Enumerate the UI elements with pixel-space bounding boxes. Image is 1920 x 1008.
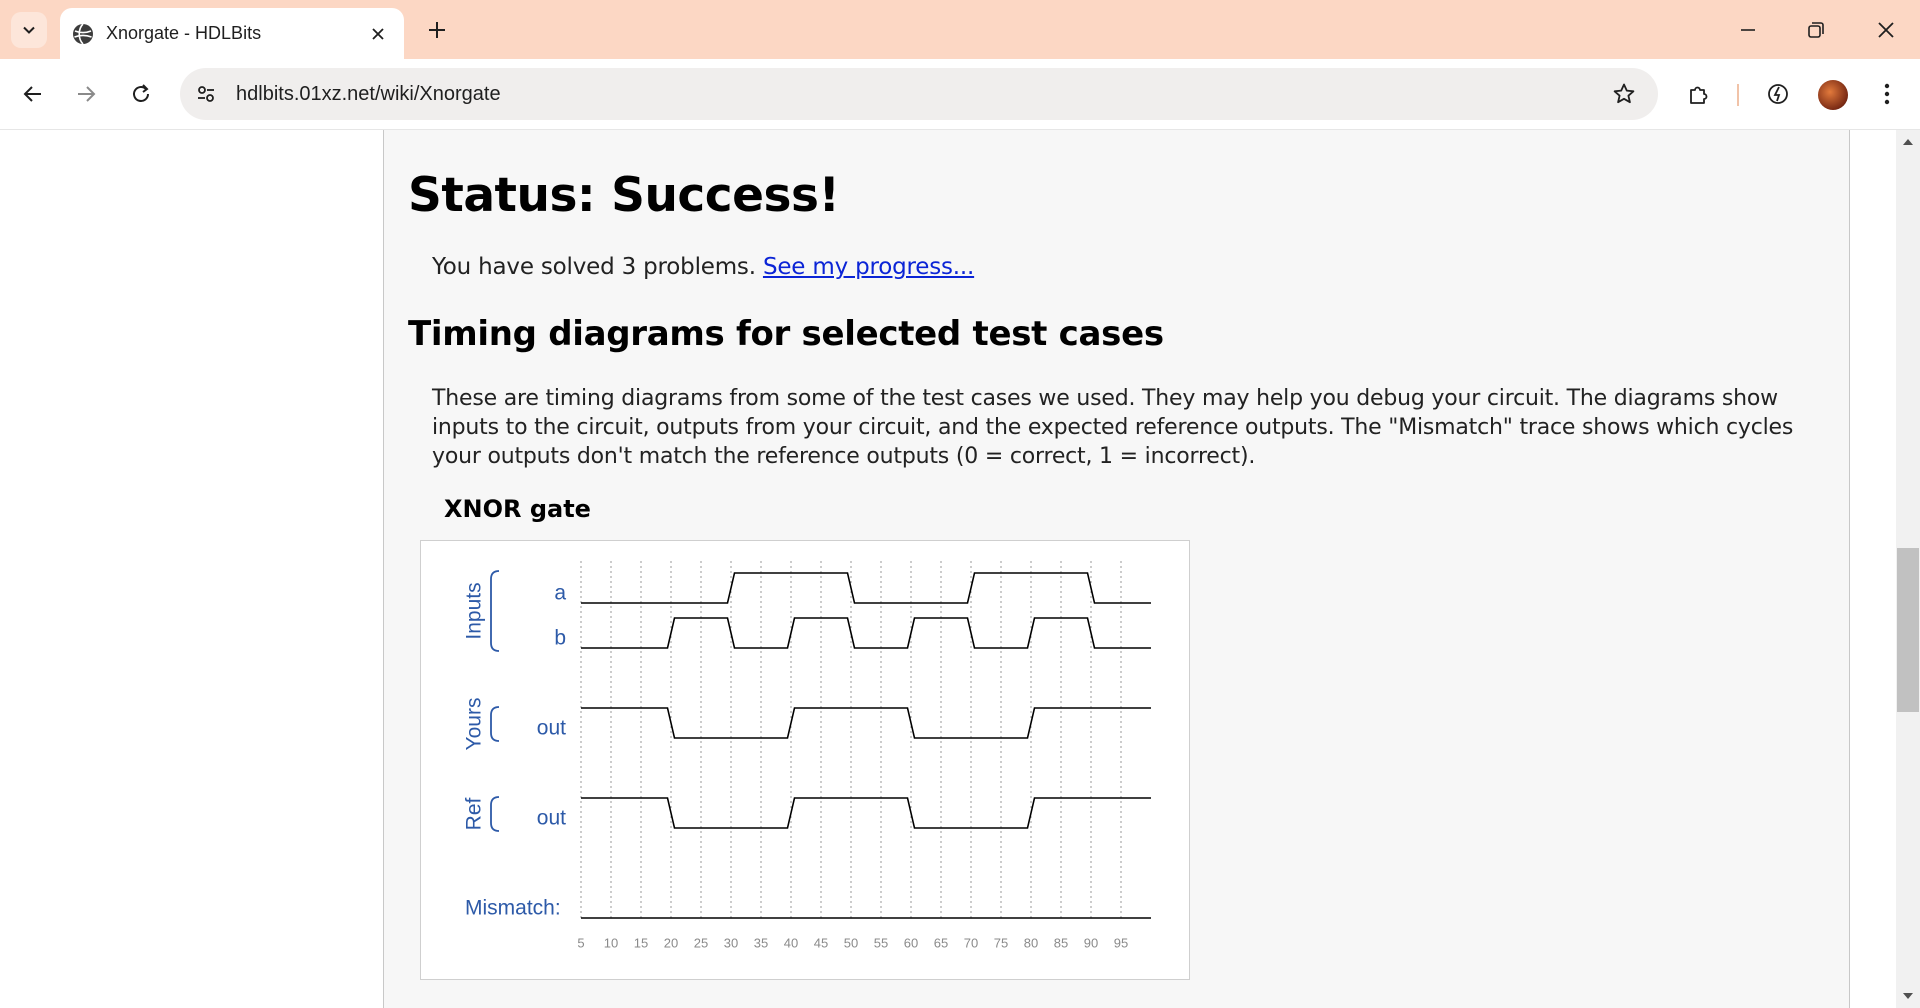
time-tick-label: 30 (724, 935, 738, 950)
restore-button[interactable] (1782, 0, 1850, 59)
timing-diagram: a b out out Mismatch: Inputs Yours Ref 5 10 15 20 25… (420, 540, 1190, 980)
time-tick-label: 85 (1054, 935, 1068, 950)
group-bracket (490, 570, 500, 652)
waveform-inputs-b (581, 617, 1151, 649)
close-icon[interactable] (366, 22, 390, 46)
scroll-up-arrow[interactable] (1896, 134, 1920, 150)
time-tick-label: 35 (754, 935, 768, 950)
arrow-left-icon (23, 86, 41, 102)
waveform-ref-out (581, 797, 1151, 829)
time-tick-label: 70 (964, 935, 978, 950)
kebab-menu-icon[interactable] (1867, 74, 1907, 114)
group-bracket (490, 796, 500, 832)
time-tick-label: 45 (814, 935, 828, 950)
scrollbar-thumb[interactable] (1897, 548, 1919, 712)
address-bar[interactable]: hdlbits.01xz.net/wiki/Xnorgate (180, 68, 1658, 120)
tab-search-button[interactable] (11, 12, 47, 48)
plus-icon (429, 22, 445, 38)
diagram-title: XNOR gate (444, 495, 591, 523)
group-label-yours: Yours (463, 698, 486, 751)
group-label-inputs: Inputs (463, 582, 486, 639)
time-tick-label: 50 (844, 935, 858, 950)
time-tick-label: 15 (634, 935, 648, 950)
time-tick-label: 10 (604, 935, 618, 950)
time-tick-label: 60 (904, 935, 918, 950)
signal-label-out: out (537, 807, 566, 830)
tune-icon[interactable] (186, 74, 226, 114)
signal-label-mismatch: Mismatch: (465, 897, 561, 920)
group-label-ref: Ref (463, 797, 486, 830)
tab-title: Xnorgate - HDLBits (106, 23, 262, 43)
time-tick-label: 65 (934, 935, 948, 950)
time-tick-label: 80 (1024, 935, 1038, 950)
new-tab-button[interactable] (420, 13, 454, 47)
url-text[interactable]: hdlbits.01xz.net/wiki/Xnorgate (236, 83, 1604, 106)
scroll-down-arrow[interactable] (1896, 988, 1920, 1004)
back-button[interactable] (13, 74, 53, 114)
browser-toolbar: hdlbits.01xz.net/wiki/Xnorgate (0, 59, 1920, 130)
minimize-button[interactable] (1714, 0, 1782, 59)
minimize-icon (1741, 28, 1755, 31)
signal-label-b: b (554, 627, 566, 650)
time-tick-label: 55 (874, 935, 888, 950)
progress-link[interactable]: See my progress... (763, 254, 974, 280)
puzzle-icon[interactable] (1679, 74, 1719, 114)
time-tick-label: 5 (577, 935, 584, 950)
reload-button[interactable] (121, 74, 161, 114)
timing-heading: Timing diagrams for selected test cases (408, 314, 1164, 354)
time-tick-label: 90 (1084, 935, 1098, 950)
arrow-right-icon (78, 86, 96, 102)
group-bracket (490, 706, 500, 742)
avatar[interactable] (1818, 80, 1848, 110)
page-scrollbar[interactable] (1896, 130, 1920, 1008)
signal-label-out: out (537, 717, 566, 740)
forward-button[interactable] (66, 74, 106, 114)
time-tick-label: 40 (784, 935, 798, 950)
tab-strip: Xnorgate - HDLBits (0, 0, 1920, 59)
reload-icon (133, 84, 149, 102)
globe-icon (72, 22, 94, 45)
gauge-icon[interactable] (1758, 74, 1798, 114)
time-tick-label: 95 (1114, 935, 1128, 950)
solved-line: You have solved 3 problems. See my progr… (432, 254, 974, 280)
toolbar-divider (1737, 84, 1739, 106)
star-icon[interactable] (1604, 74, 1644, 114)
close-icon (1878, 21, 1894, 38)
status-heading: Status: Success! (408, 168, 840, 223)
restore-icon (1808, 21, 1824, 38)
content-column: Status: Success! You have solved 3 probl… (383, 130, 1850, 1008)
time-tick-label: 75 (994, 935, 1008, 950)
window-close-button[interactable] (1852, 0, 1920, 59)
timing-description: These are timing diagrams from some of t… (432, 386, 1794, 469)
time-tick-label: 25 (694, 935, 708, 950)
time-tick-label: 20 (664, 935, 678, 950)
page-viewport: Status: Success! You have solved 3 probl… (0, 130, 1896, 1008)
browser-tab[interactable]: Xnorgate - HDLBits (60, 8, 404, 59)
timing-diagram-svg: ab out out Mismatch: Inputs Yours Ref 5 10 15 20 25… (463, 561, 1151, 950)
solved-text: You have solved 3 problems. (432, 254, 756, 280)
chevron-down-icon (23, 26, 35, 34)
waveform-inputs-a (581, 572, 1151, 604)
signal-label-a: a (554, 582, 566, 605)
waveform-yours-out (581, 707, 1151, 739)
